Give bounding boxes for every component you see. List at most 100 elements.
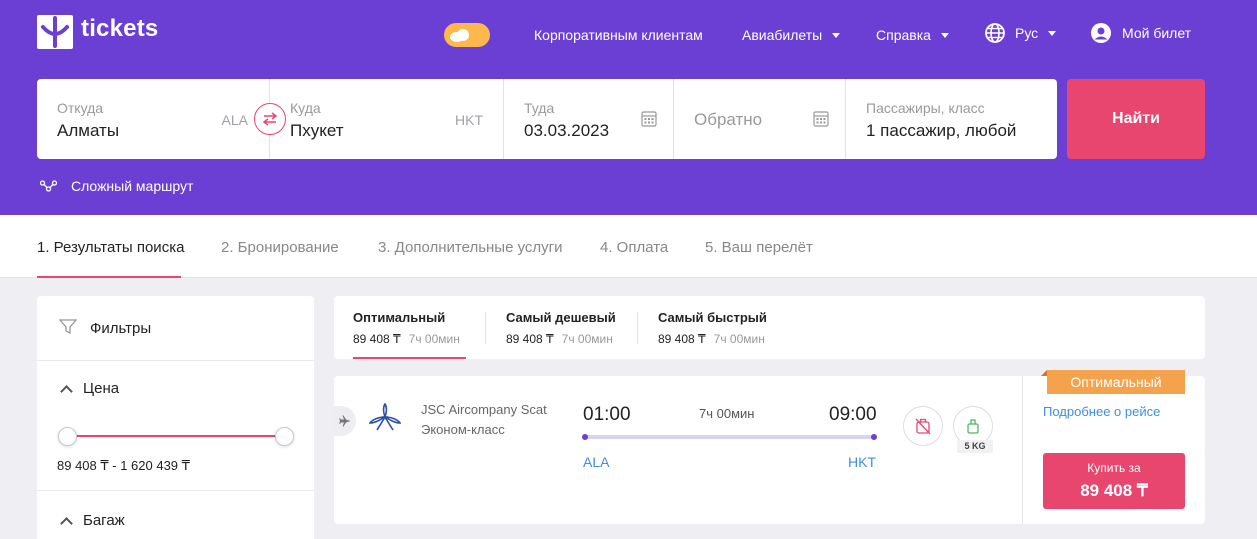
nav-help-label: Справка xyxy=(876,27,931,43)
baggage-weight-badge: 5 KG xyxy=(957,440,993,453)
flight-duration: 7ч 00мин xyxy=(699,406,755,421)
calendar-icon xyxy=(641,111,657,127)
sort-tab-fastest[interactable]: Самый быстрый 89 408 ₸ 7ч 00мин xyxy=(658,310,767,346)
return-date-field[interactable]: Обратно xyxy=(674,79,846,159)
price-range-text: 89 408 ₸ - 1 620 439 ₸ xyxy=(57,458,190,473)
airline-logo-icon xyxy=(369,403,401,431)
price-title: Цена xyxy=(83,380,120,397)
to-label: Куда xyxy=(290,100,321,116)
flight-timeline xyxy=(582,434,877,440)
sort-tab-price: 89 408 ₸ xyxy=(353,332,401,346)
logo[interactable]: tickets xyxy=(37,15,158,49)
buy-price: 89 408 ₸ xyxy=(1080,481,1148,500)
depart-value: 03.03.2023 xyxy=(524,121,610,140)
language-label: Рус xyxy=(1015,25,1039,41)
baggage-title: Багаж xyxy=(83,512,125,529)
buy-button[interactable]: Купить за 89 408 ₸ xyxy=(1043,453,1185,509)
depart-date-field[interactable]: Туда 03.03.2023 xyxy=(504,79,674,159)
plane-icon xyxy=(339,415,351,427)
arrival-time: 09:00 xyxy=(829,404,877,425)
departure-dot xyxy=(582,434,588,440)
route-icon xyxy=(40,180,57,192)
sort-tabs: Оптимальный 89 408 ₸ 7ч 00мин Самый дешев… xyxy=(334,296,1205,359)
my-ticket-label: Мой билет xyxy=(1122,25,1192,41)
plane-icon-tab xyxy=(334,406,356,436)
divider xyxy=(37,490,314,491)
sort-tab-duration: 7ч 00мин xyxy=(561,332,613,346)
step-your-flight[interactable]: 5. Ваш перелёт xyxy=(705,239,813,256)
departure-airport-code: ALA xyxy=(583,454,610,470)
to-code: HKT xyxy=(455,112,483,128)
calendar-icon xyxy=(813,111,829,127)
complex-route-link[interactable]: Сложный маршрут xyxy=(40,178,193,194)
language-selector[interactable]: Рус xyxy=(985,23,1057,43)
sort-tab-duration: 7ч 00мин xyxy=(713,332,765,346)
baggage-section-toggle[interactable]: Багаж xyxy=(60,512,125,530)
price-section-toggle[interactable]: Цена xyxy=(60,380,120,398)
chevron-down-icon xyxy=(832,32,841,38)
sort-tab-title: Оптимальный xyxy=(353,310,446,325)
chevron-down-icon xyxy=(1048,30,1057,36)
airline-name: JSC Aircompany Scat xyxy=(421,402,547,417)
sort-tab-price: 89 408 ₸ xyxy=(658,332,706,346)
sort-tab-price: 89 408 ₸ xyxy=(506,332,554,346)
arrival-airport-code: HKT xyxy=(848,454,876,470)
passengers-value: 1 пассажир, любой xyxy=(866,121,1017,140)
price-min-handle[interactable] xyxy=(58,427,77,446)
filters-header: Фильтры xyxy=(37,296,314,361)
nav-help[interactable]: Справка xyxy=(876,26,949,44)
step-search-results[interactable]: 1. Результаты поиска xyxy=(37,239,184,256)
filter-icon xyxy=(59,319,77,335)
step-payment[interactable]: 4. Оплата xyxy=(600,239,668,256)
search-form: Откуда Алматы ALA Куда Пхукет HKT Туда 0… xyxy=(37,79,1057,159)
divider xyxy=(1022,376,1023,524)
step-extra-services[interactable]: 3. Дополнительные услуги xyxy=(378,239,563,256)
to-value: Пхукет xyxy=(290,121,344,140)
departure-time: 01:00 xyxy=(583,404,631,425)
header: tickets Корпоративным клиентам Авиабилет… xyxy=(0,0,1257,215)
no-baggage-icon xyxy=(915,418,931,435)
nav-flights-label: Авиабилеты xyxy=(742,27,823,43)
cabin-class: Эконом-класс xyxy=(421,422,505,437)
step-booking[interactable]: 2. Бронирование xyxy=(221,239,339,256)
no-checked-baggage-indicator[interactable] xyxy=(903,406,943,446)
sort-tab-duration: 7ч 00мин xyxy=(408,332,460,346)
my-ticket-link[interactable]: Мой билет xyxy=(1091,23,1192,43)
sort-tab-title: Самый быстрый xyxy=(658,310,767,325)
nav-corporate[interactable]: Корпоративным клиентам xyxy=(534,26,703,44)
passengers-field[interactable]: Пассажиры, класс 1 пассажир, любой xyxy=(846,79,1057,159)
arrival-dot xyxy=(871,434,877,440)
nav-flights[interactable]: Авиабилеты xyxy=(742,26,841,44)
price-max-handle[interactable] xyxy=(275,427,294,446)
booking-steps: 1. Результаты поиска 2. Бронирование 3. … xyxy=(0,215,1257,278)
optimal-badge: Оптимальный xyxy=(1047,370,1185,394)
active-step-indicator xyxy=(37,276,181,278)
cloud-icon xyxy=(450,29,469,42)
chevron-down-icon xyxy=(940,32,949,38)
flight-result-card: JSC Aircompany Scat Эконом-класс 01:00 7… xyxy=(334,370,1205,524)
from-value: Алматы xyxy=(57,121,120,140)
to-field[interactable]: Куда Пхукет HKT xyxy=(270,79,504,159)
filters-title: Фильтры xyxy=(90,320,152,337)
find-button[interactable]: Найти xyxy=(1067,79,1205,159)
sort-tab-cheapest[interactable]: Самый дешевый 89 408 ₸ 7ч 00мин xyxy=(506,310,616,346)
theme-toggle[interactable] xyxy=(444,23,490,47)
sort-tab-optimal[interactable]: Оптимальный 89 408 ₸ 7ч 00мин xyxy=(353,310,460,346)
flight-details-link[interactable]: Подробнее о рейсе xyxy=(1043,404,1160,419)
divider xyxy=(637,312,638,344)
from-field[interactable]: Откуда Алматы ALA xyxy=(37,79,270,159)
logo-text: tickets xyxy=(81,15,159,42)
divider xyxy=(485,312,486,344)
filters-panel: Фильтры Цена 89 408 ₸ - 1 620 439 ₸ Бага… xyxy=(37,296,314,539)
sort-tab-title: Самый дешевый xyxy=(506,310,616,325)
chevron-up-icon xyxy=(60,384,73,398)
complex-route-label: Сложный маршрут xyxy=(71,178,194,194)
depart-label: Туда xyxy=(524,100,555,116)
from-code: ALA xyxy=(221,112,248,128)
user-icon xyxy=(1091,23,1111,43)
price-range-track xyxy=(67,435,284,437)
active-sort-indicator xyxy=(353,357,466,359)
passengers-label: Пассажиры, класс xyxy=(866,100,985,116)
return-placeholder: Обратно xyxy=(694,110,763,129)
nav-corporate-label: Корпоративным клиентам xyxy=(534,27,703,43)
